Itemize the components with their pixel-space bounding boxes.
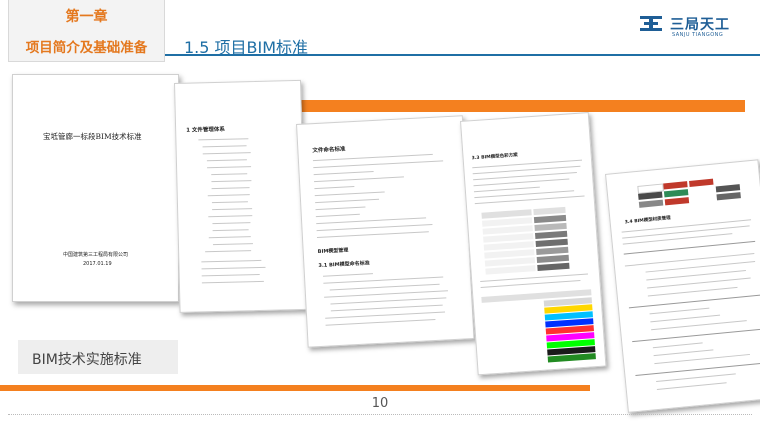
color-heading: 3.3 BIM模型色彩方案 <box>471 153 518 162</box>
company-logo-icon <box>640 16 662 31</box>
chapter-number: 第一章 <box>65 9 108 25</box>
footer-divider <box>8 414 752 415</box>
header-divider <box>165 54 760 56</box>
naming-heading: 文件命名标准 <box>312 146 346 155</box>
document-material: 3.4 BIM模型材质管理 <box>605 159 760 413</box>
model-heading: BIM模型管理 <box>317 247 349 256</box>
document-color-scheme: 3.3 BIM模型色彩方案 <box>460 112 607 376</box>
document-naming: 文件命名标准 BIM模型管理 3.1 BIM模型命名标准 <box>296 115 475 348</box>
chapter-title: 项目简介及基础准备 <box>25 40 148 56</box>
page-number: 10 <box>371 396 389 411</box>
document-cover: 宝坻管廊一标段BIM技术标准 中国建筑第三工程局有限公司 2017.01.19 <box>12 74 179 302</box>
toc-heading: 1 文件管理体系 <box>186 126 225 134</box>
cover-date: 2017.01.19 <box>83 261 112 267</box>
model-sub-heading: 3.1 BIM模型命名标准 <box>318 260 370 270</box>
logo-name-en: SANJU TIANGONG <box>672 32 724 38</box>
logo-name-cn: 三局天工 <box>670 17 730 33</box>
cover-title: 宝坻管廊一标段BIM技术标准 <box>43 132 142 141</box>
material-heading: 3.4 BIM模型材质管理 <box>624 215 671 226</box>
document-toc: 1 文件管理体系 <box>174 79 307 313</box>
footer-accent-band <box>0 385 590 391</box>
cover-company: 中国建筑第三工程局有限公司 <box>63 252 129 258</box>
caption: BIM技术实施标准 <box>32 352 142 368</box>
